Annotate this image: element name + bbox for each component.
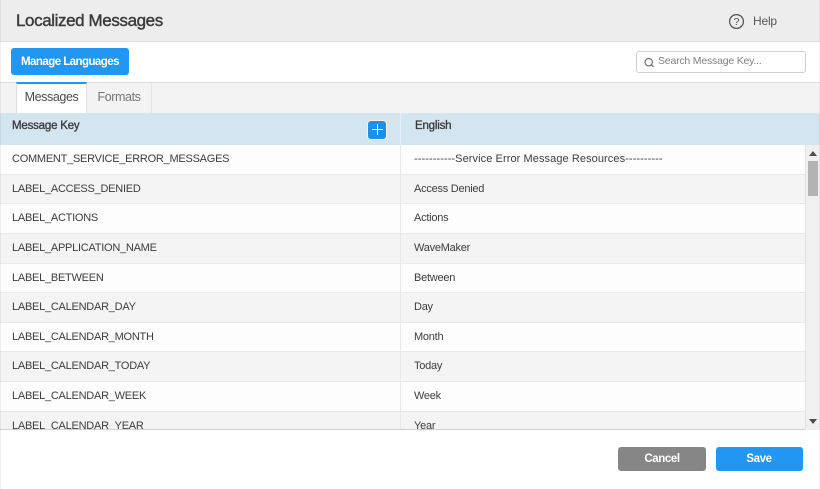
svg-text:?: ? (734, 16, 740, 28)
